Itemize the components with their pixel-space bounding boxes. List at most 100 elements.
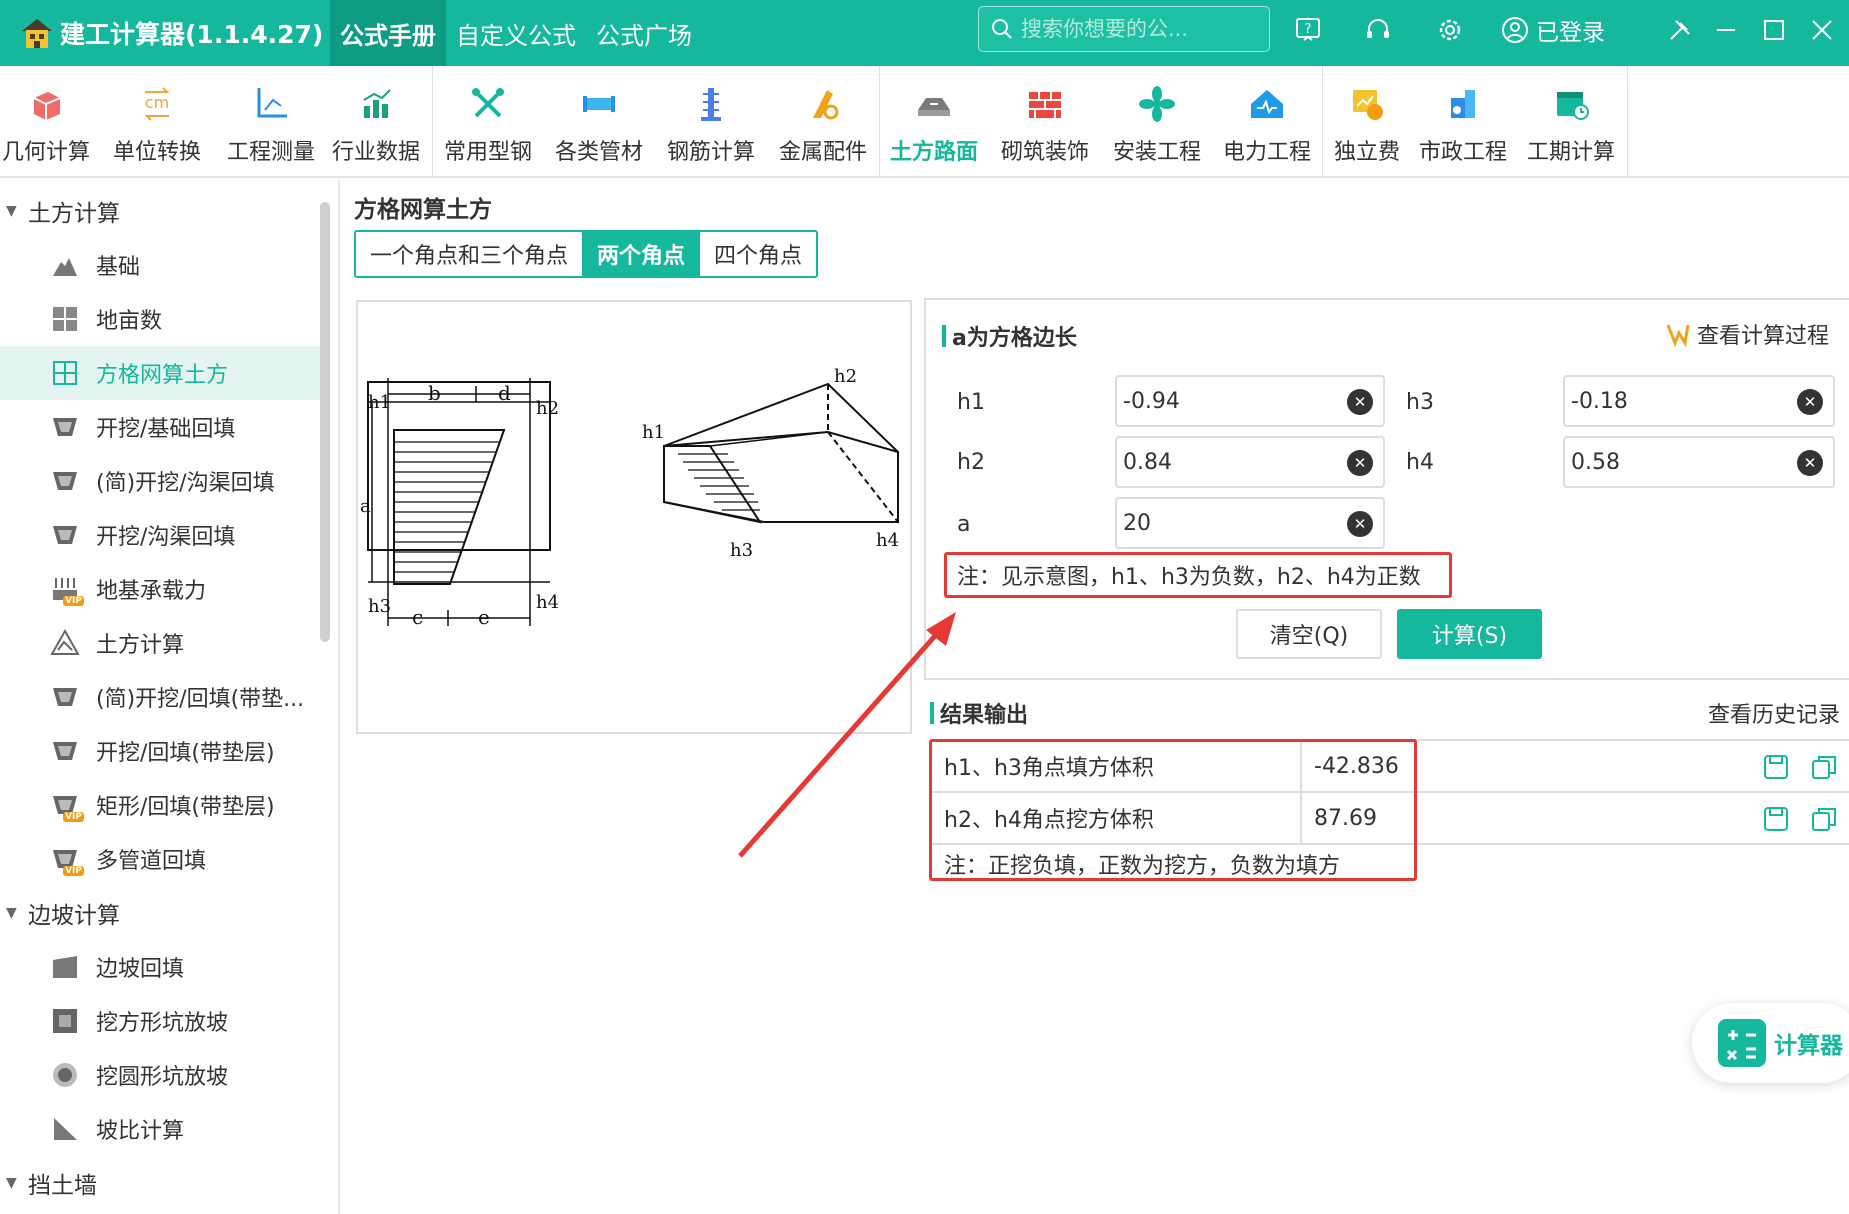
- calculate-button[interactable]: 计算(S): [1397, 609, 1542, 659]
- clear-field-icon[interactable]: ✕: [1797, 389, 1823, 415]
- sidebar-item-round-pit[interactable]: 挖圆形坑放坡: [0, 1048, 338, 1102]
- tool-survey[interactable]: 工程测量: [222, 66, 320, 176]
- result-value[interactable]: 87.69: [1300, 793, 1520, 843]
- view-history-link[interactable]: 查看历史记录: [1708, 697, 1840, 729]
- sidebar-group-retaining-wall[interactable]: ▼ 挡土墙: [0, 1156, 338, 1210]
- maximize-icon[interactable]: [1756, 12, 1792, 48]
- copy-icon[interactable]: [1810, 753, 1838, 781]
- tool-geometry[interactable]: 几何计算: [0, 66, 92, 176]
- view-process-link[interactable]: 查看计算过程: [1665, 318, 1829, 350]
- tool-unit-convert[interactable]: cm 单位转换: [92, 66, 222, 176]
- tool-duration[interactable]: 工期计算: [1515, 66, 1627, 176]
- foundation-icon: [50, 250, 80, 280]
- tool-municipal[interactable]: 市政工程: [1411, 66, 1515, 176]
- sidebar-item-foundation[interactable]: 基础: [0, 238, 338, 292]
- pin-icon[interactable]: [1662, 12, 1698, 48]
- a-value: 20: [1123, 510, 1151, 536]
- h1-input[interactable]: -0.94 ✕: [1115, 375, 1385, 427]
- clear-field-icon[interactable]: ✕: [1347, 389, 1373, 415]
- sidebar-item-cushion-backfill[interactable]: 开挖/回填(带垫层): [0, 724, 338, 778]
- sidebar-item-slope-ratio[interactable]: 坡比计算: [0, 1102, 338, 1156]
- tool-pipes[interactable]: 各类管材: [543, 66, 655, 176]
- tool-metal[interactable]: 金属配件: [767, 66, 879, 176]
- sidebar-group-slope[interactable]: ▼ 边坡计算: [0, 886, 338, 940]
- sidebar-item-rect-cushion[interactable]: VIP 矩形/回填(带垫层): [0, 778, 338, 832]
- field-label-h2: h2: [957, 450, 985, 475]
- sidebar-item-multi-pipe[interactable]: VIP 多管道回填: [0, 832, 338, 886]
- copy-icon[interactable]: [1810, 805, 1838, 833]
- sidebar-item-slope-backfill[interactable]: 边坡回填: [0, 940, 338, 994]
- tool-earthwork[interactable]: 土方路面: [880, 66, 988, 176]
- clear-button[interactable]: 清空(Q): [1236, 609, 1382, 659]
- group-label: 边坡计算: [28, 903, 120, 929]
- tool-label: 安装工程: [1112, 140, 1201, 165]
- sidebar[interactable]: ▼ 土方计算 基础 地亩数 方格网算土方 开挖/基础回填 (简)开挖/沟渠回填 …: [0, 180, 340, 1214]
- h3-input[interactable]: -0.18 ✕: [1563, 375, 1835, 427]
- floating-calculator-button[interactable]: 计算器: [1692, 1003, 1849, 1083]
- search-input[interactable]: [1021, 17, 1251, 41]
- heading-label: 结果输出: [940, 703, 1029, 728]
- sidebar-item-label: (简)开挖/回填(带垫...: [96, 687, 305, 712]
- sidebar-item-simple-cushion[interactable]: (简)开挖/回填(带垫...: [0, 670, 338, 724]
- rebar-icon: [701, 88, 721, 121]
- tool-install[interactable]: 安装工程: [1102, 66, 1212, 176]
- sidebar-item-trench-backfill[interactable]: 开挖/沟渠回填: [0, 508, 338, 562]
- tool-masonry[interactable]: 砌筑装饰: [988, 66, 1102, 176]
- sidebar-item-label: (简)开挖/沟渠回填: [96, 471, 275, 496]
- caret-down-icon: ▼: [6, 1175, 17, 1191]
- sidebar-item-grid-earthwork[interactable]: 方格网算土方: [0, 346, 320, 400]
- sidebar-item-excavate-foundation[interactable]: 开挖/基础回填: [0, 400, 338, 454]
- sidebar-item-plot-area[interactable]: 地亩数: [0, 292, 338, 346]
- result-value[interactable]: -42.836: [1300, 741, 1520, 791]
- clear-field-icon[interactable]: ✕: [1347, 450, 1373, 476]
- headset-icon[interactable]: [1360, 12, 1396, 48]
- tool-industry-data[interactable]: 行业数据: [320, 66, 432, 176]
- tool-independent-fee[interactable]: 独立费: [1323, 66, 1411, 176]
- tab-custom-formula[interactable]: 自定义公式: [446, 0, 586, 66]
- h2-input[interactable]: 0.84 ✕: [1115, 436, 1385, 488]
- tab-formula-plaza[interactable]: 公式广场: [586, 0, 702, 66]
- group-label: 土方计算: [28, 201, 120, 227]
- seg-tab-four-corners[interactable]: 四个角点: [699, 232, 816, 276]
- sidebar-item-simple-trench[interactable]: (简)开挖/沟渠回填: [0, 454, 338, 508]
- tool-label: 几何计算: [1, 140, 90, 165]
- unit-convert-icon: cm: [144, 87, 170, 121]
- diagram-label: b: [428, 381, 441, 405]
- tool-power[interactable]: 电力工程: [1212, 66, 1322, 176]
- field-label-h4: h4: [1406, 450, 1434, 475]
- tab-formula-manual[interactable]: 公式手册: [330, 0, 446, 66]
- settings-gear-icon[interactable]: [1432, 12, 1468, 48]
- slope-ratio-icon: [50, 1114, 80, 1144]
- h2-value: 0.84: [1123, 449, 1172, 475]
- tool-label: 土方路面: [889, 140, 978, 165]
- tool-rebar[interactable]: 钢筋计算: [655, 66, 767, 176]
- sidebar-item-earthwork-calc[interactable]: 土方计算: [0, 616, 338, 670]
- clear-field-icon[interactable]: ✕: [1347, 511, 1373, 537]
- h4-input[interactable]: 0.58 ✕: [1563, 436, 1835, 488]
- close-icon[interactable]: [1804, 12, 1840, 48]
- seg-tab-two-corners[interactable]: 两个角点: [582, 232, 700, 276]
- sidebar-item-square-pit[interactable]: 挖方形坑放坡: [0, 994, 338, 1048]
- app-logo-icon: [18, 14, 56, 52]
- sidebar-scrollbar[interactable]: [320, 202, 330, 642]
- help-icon[interactable]: ?: [1290, 12, 1326, 48]
- save-icon[interactable]: [1762, 805, 1790, 833]
- sidebar-item-bearing-capacity[interactable]: VIP 地基承载力: [0, 562, 338, 616]
- minimize-icon[interactable]: [1708, 12, 1744, 48]
- tool-label: 工程测量: [226, 140, 315, 165]
- sidebar-item-label: 矩形/回填(带垫层): [96, 795, 275, 820]
- save-icon[interactable]: [1762, 753, 1790, 781]
- a-input[interactable]: 20 ✕: [1115, 497, 1385, 549]
- search-box[interactable]: [978, 6, 1270, 52]
- diagram-label: d: [498, 381, 511, 405]
- seg-tab-one-three-corners[interactable]: 一个角点和三个角点: [356, 232, 582, 276]
- login-status[interactable]: 已登录: [1500, 10, 1605, 50]
- tool-steel[interactable]: 常用型钢: [433, 66, 543, 176]
- calculator-icon: [1718, 1019, 1766, 1067]
- trench-icon: [50, 412, 80, 442]
- result-table: h1、h3角点填方体积 -42.836 h2、h4角点挖方体积 87.69 注：…: [930, 739, 1849, 883]
- diagram-label: c: [412, 605, 423, 629]
- clear-field-icon[interactable]: ✕: [1797, 450, 1823, 476]
- vip-badge: VIP: [63, 812, 84, 822]
- sidebar-group-earthwork[interactable]: ▼ 土方计算: [0, 184, 338, 238]
